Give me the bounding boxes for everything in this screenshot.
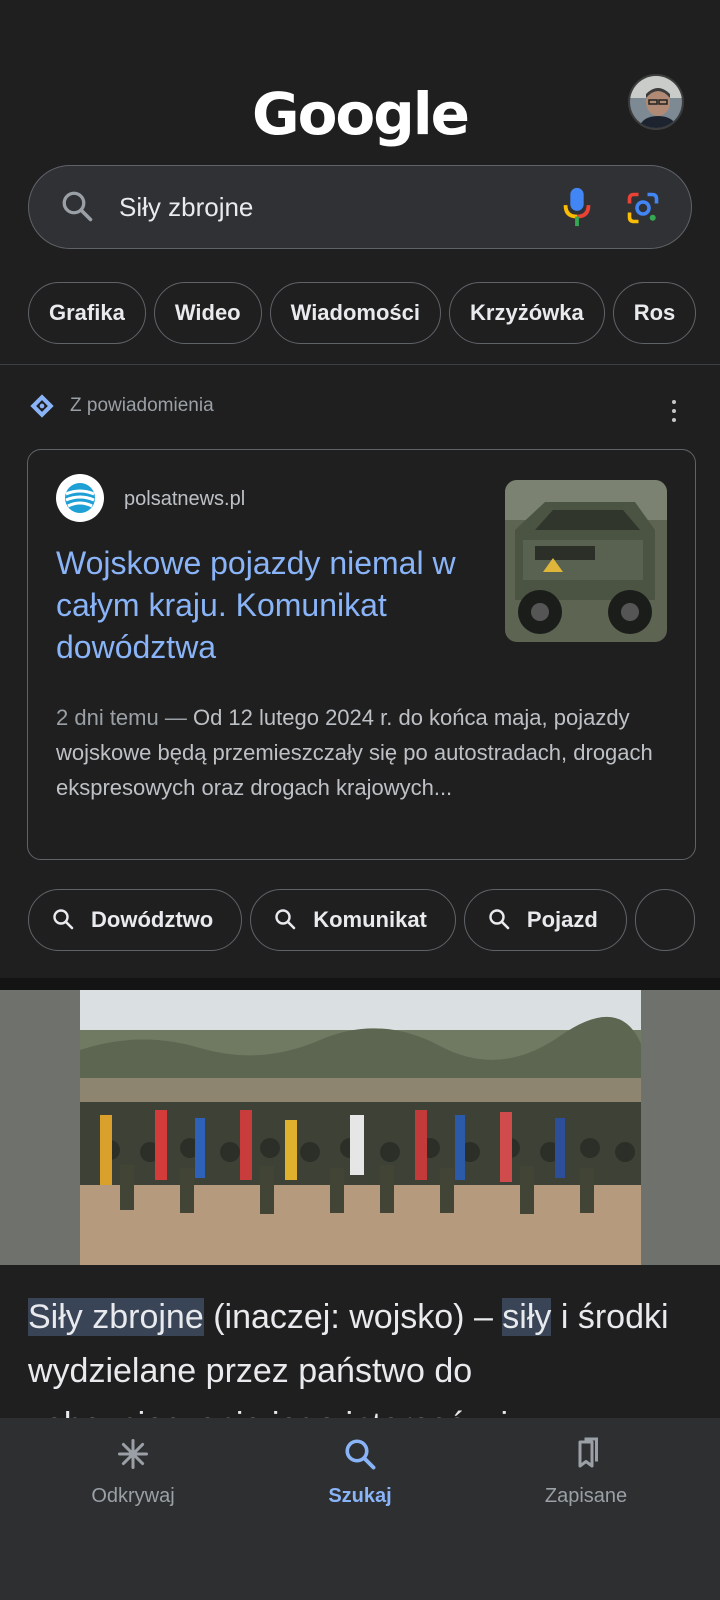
search-icon — [342, 1439, 378, 1476]
related-search-chips: Dowództwo Komunikat Pojazd — [28, 889, 703, 951]
account-avatar[interactable] — [628, 74, 684, 130]
highlighted-term: Siły zbrojne — [28, 1298, 204, 1336]
related-chip-label: Dowództwo — [91, 907, 214, 932]
more-options-icon[interactable] — [670, 400, 678, 427]
article-headline[interactable]: Wojskowe pojazdy niemal w całym kraju. K… — [56, 542, 476, 668]
notification-label: Z powiadomienia — [70, 395, 214, 416]
microphone-icon[interactable] — [561, 186, 593, 233]
related-chip-partial[interactable] — [634, 889, 695, 951]
asterisk-icon — [115, 1439, 151, 1476]
google-logo: Google — [251, 80, 470, 148]
bookmarks-icon — [568, 1437, 604, 1476]
article-date: 2 dni temu — [56, 705, 159, 730]
nav-search-label: Szukaj — [328, 1485, 392, 1507]
bottom-navigation: Odkrywaj Szukaj Zapisane — [0, 1418, 720, 1600]
chip-images[interactable]: Grafika — [28, 282, 146, 344]
search-bar[interactable]: Siły zbrojne — [28, 165, 692, 249]
nav-saved[interactable]: Zapisane — [486, 1436, 686, 1508]
related-chip[interactable]: Pojazd — [463, 889, 627, 951]
search-icon — [59, 188, 95, 229]
article-snippet: 2 dni temu — Od 12 lutego 2024 r. do koń… — [56, 700, 656, 805]
search-query[interactable]: Siły zbrojne — [119, 192, 253, 223]
related-chip-label: Komunikat — [313, 907, 427, 932]
knowledge-panel-image[interactable] — [0, 990, 720, 1265]
search-icon — [275, 909, 296, 930]
chip-more[interactable]: Ros — [612, 282, 697, 344]
related-chip-label: Pojazd — [526, 907, 598, 932]
google-lens-icon[interactable] — [625, 190, 661, 231]
section-separator — [0, 978, 720, 990]
chip-crossword[interactable]: Krzyżówka — [449, 282, 605, 344]
nav-search[interactable]: Szukaj — [260, 1436, 460, 1508]
description-text: (inaczej: wojsko) – — [203, 1298, 503, 1336]
nav-discover-label: Odkrywaj — [91, 1485, 175, 1507]
nav-saved-label: Zapisane — [544, 1485, 628, 1507]
nav-discover[interactable]: Odkrywaj — [33, 1436, 233, 1508]
chip-videos[interactable]: Wideo — [153, 282, 262, 344]
related-chip[interactable]: Dowództwo — [28, 889, 243, 951]
highlighted-term: siły — [502, 1298, 552, 1336]
article-thumbnail[interactable] — [505, 480, 667, 642]
related-chip[interactable]: Komunikat — [250, 889, 456, 951]
chip-news[interactable]: Wiadomości — [269, 282, 442, 344]
polsatnews-logo-icon — [56, 474, 104, 522]
news-card[interactable]: polsatnews.pl Wojskowe pojazdy niemal w … — [27, 449, 696, 860]
sparkle-icon — [28, 392, 56, 425]
site-name: polsatnews.pl — [124, 488, 246, 510]
search-icon — [53, 909, 74, 930]
date-separator: — — [158, 705, 193, 730]
search-icon — [489, 909, 510, 930]
divider — [0, 364, 720, 365]
filter-chips: Grafika Wideo Wiadomości Krzyżówka Ros — [28, 282, 704, 346]
